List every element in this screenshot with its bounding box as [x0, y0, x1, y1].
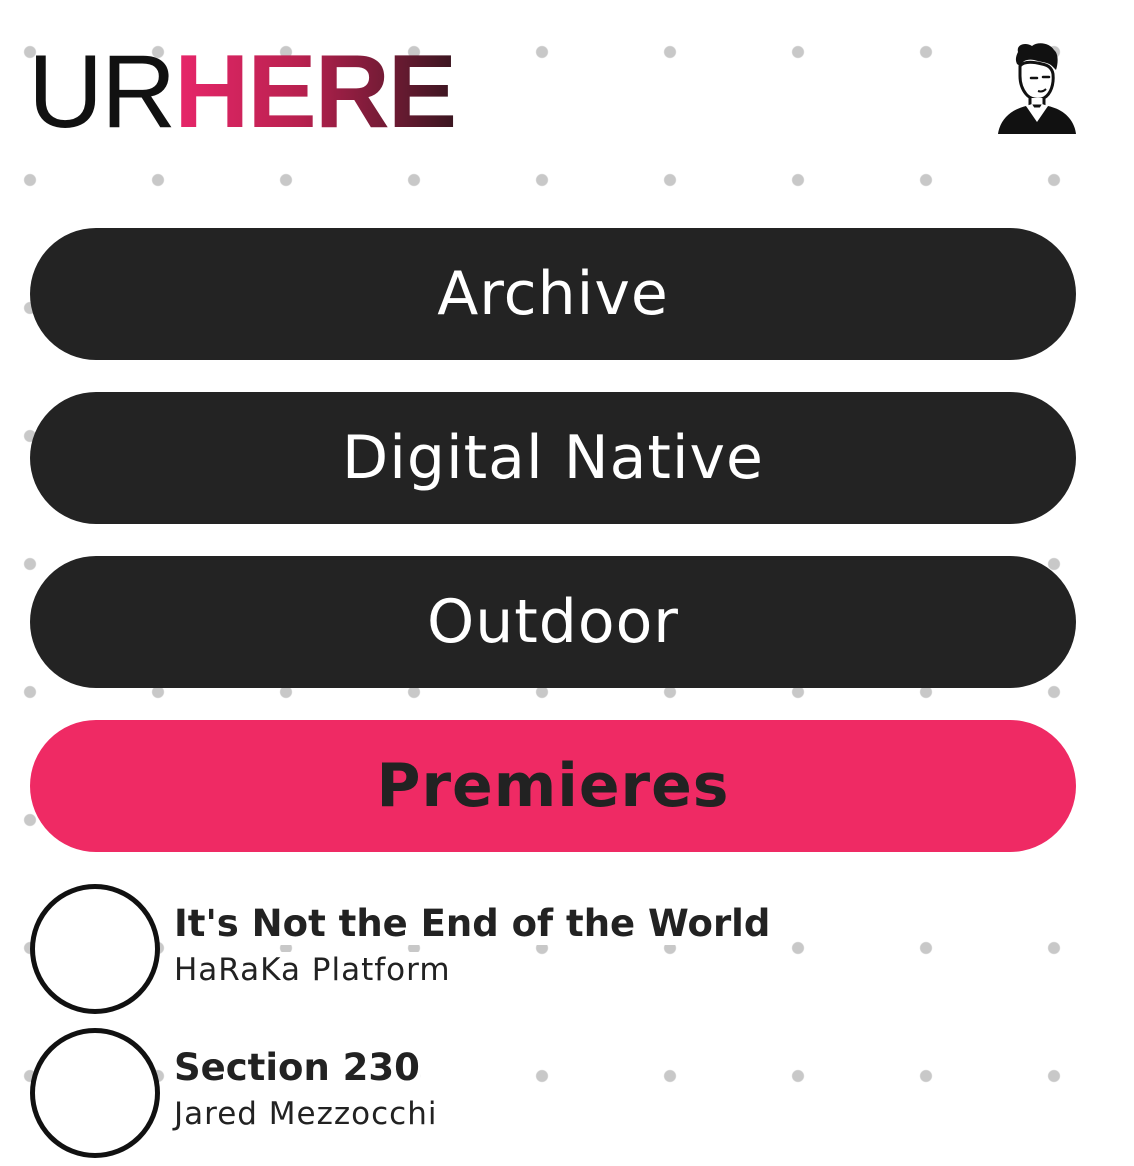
person-avatar-icon [996, 42, 1078, 134]
event-thumbnail [30, 884, 160, 1014]
nav-button-digital-native[interactable]: Digital Native [30, 392, 1076, 524]
logo-text-here: HERE [174, 34, 457, 150]
logo-text-ur: UR [28, 34, 176, 150]
event-thumbnail [30, 1028, 160, 1158]
profile-button[interactable] [996, 42, 1078, 134]
list-item[interactable]: It's Not the End of the World HaRaKa Pla… [30, 884, 1076, 1014]
nav-button-archive[interactable]: Archive [30, 228, 1076, 360]
event-title: Section 230 [174, 1046, 420, 1089]
nav-button-premieres[interactable]: Premieres [30, 720, 1076, 852]
event-subtitle: HaRaKa Platform [174, 952, 451, 988]
urhere-logo[interactable]: URHERE [28, 40, 457, 144]
list-item[interactable]: Section 230 Jared Mezzocchi [30, 1028, 1076, 1158]
event-title: It's Not the End of the World [174, 902, 771, 945]
event-subtitle: Jared Mezzocchi [174, 1096, 438, 1132]
nav-button-outdoor[interactable]: Outdoor [30, 556, 1076, 688]
